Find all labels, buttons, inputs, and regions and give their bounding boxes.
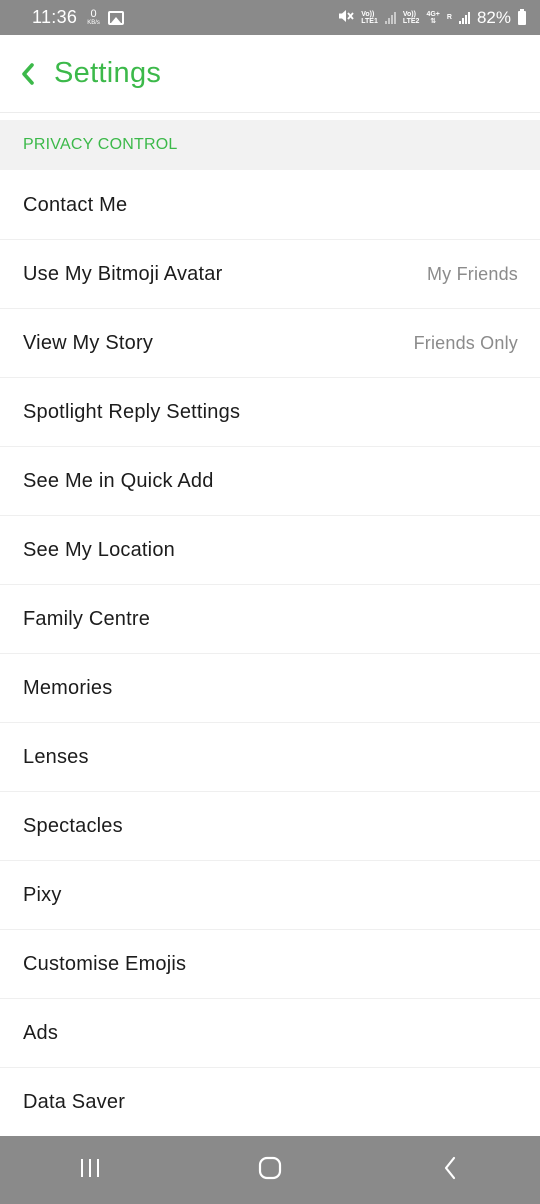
settings-item-lenses[interactable]: Lenses xyxy=(0,723,540,792)
settings-item-label: Ads xyxy=(23,1021,59,1044)
home-button[interactable] xyxy=(240,1140,300,1200)
settings-item-label: Lenses xyxy=(23,745,89,768)
roaming-label: R xyxy=(446,14,452,21)
network-type-label: 4G+ xyxy=(426,10,440,18)
system-back-button[interactable] xyxy=(420,1140,480,1200)
settings-item-label: Pixy xyxy=(23,883,62,906)
battery-percent: 82% xyxy=(476,7,511,27)
settings-item-view-my-story[interactable]: View My Story Friends Only xyxy=(0,309,540,378)
settings-item-label: Spotlight Reply Settings xyxy=(23,400,241,423)
page-title: Settings xyxy=(54,57,162,89)
recents-button[interactable] xyxy=(60,1140,120,1200)
sim1-signal-icon xyxy=(384,11,396,24)
settings-item-see-my-location[interactable]: See My Location xyxy=(0,516,540,585)
section-header-privacy-control: PRIVACY CONTROL xyxy=(0,120,540,170)
settings-list: Contact Me Use My Bitmoji Avatar My Frie… xyxy=(0,171,540,1137)
settings-item-memories[interactable]: Memories xyxy=(0,654,540,723)
network-speed-unit: KB/s xyxy=(87,20,100,26)
settings-item-label: Customise Emojis xyxy=(23,952,187,975)
settings-item-spectacles[interactable]: Spectacles xyxy=(0,792,540,861)
back-icon[interactable] xyxy=(16,62,40,86)
settings-item-label: See Me in Quick Add xyxy=(23,469,214,492)
network-speed-value: 0 xyxy=(90,8,97,20)
network-speed: 0 KB/s xyxy=(87,8,100,27)
system-back-icon xyxy=(441,1155,459,1186)
recents-icon xyxy=(78,1157,102,1184)
settings-item-use-my-bitmoji-avatar[interactable]: Use My Bitmoji Avatar My Friends xyxy=(0,240,540,309)
mute-icon xyxy=(338,9,354,26)
status-right: Vo)) LTE1 Vo)) LTE2 4G+ ⇅ R 82% xyxy=(338,8,526,28)
settings-item-label: Contact Me xyxy=(23,193,128,216)
sim2-label-top: Vo)) xyxy=(402,10,416,18)
screen: 11:36 0 KB/s Vo)) LTE1 Vo)) LTE2 4G+ ⇅ R… xyxy=(0,0,540,1204)
settings-item-ads[interactable]: Ads xyxy=(0,999,540,1068)
status-left: 11:36 0 KB/s xyxy=(32,7,124,28)
sim2-label-bottom: LTE2 xyxy=(402,17,420,25)
network-arrows-icon: ⇅ xyxy=(430,17,437,25)
settings-item-data-saver[interactable]: Data Saver xyxy=(0,1068,540,1137)
settings-item-label: See My Location xyxy=(23,538,175,561)
status-bar: 11:36 0 KB/s Vo)) LTE1 Vo)) LTE2 4G+ ⇅ R… xyxy=(0,0,540,35)
header: Settings xyxy=(0,35,540,113)
settings-item-label: View My Story xyxy=(23,331,154,354)
battery-icon xyxy=(518,8,526,25)
status-time: 11:36 xyxy=(32,7,78,27)
settings-item-label: Data Saver xyxy=(23,1090,126,1113)
settings-item-customise-emojis[interactable]: Customise Emojis xyxy=(0,930,540,999)
home-icon xyxy=(257,1155,283,1186)
settings-item-contact-me[interactable]: Contact Me xyxy=(0,171,540,240)
settings-item-value: Friends Only xyxy=(413,332,518,353)
system-nav-bar xyxy=(0,1136,540,1204)
settings-item-spotlight-reply-settings[interactable]: Spotlight Reply Settings xyxy=(0,378,540,447)
settings-item-family-centre[interactable]: Family Centre xyxy=(0,585,540,654)
gallery-icon xyxy=(107,10,124,25)
settings-item-label: Spectacles xyxy=(23,814,123,837)
roaming-indicator: R xyxy=(447,14,452,21)
sim2-signal-icon xyxy=(458,11,470,24)
settings-item-label: Family Centre xyxy=(23,607,151,630)
sim2-label: Vo)) LTE2 xyxy=(403,11,420,25)
network-type: 4G+ ⇅ xyxy=(426,11,439,25)
sim1-label-top: Vo)) xyxy=(361,10,375,18)
sim1-label-bottom: LTE1 xyxy=(361,17,378,25)
sim1-label: Vo)) LTE1 xyxy=(361,11,378,25)
settings-item-see-me-in-quick-add[interactable]: See Me in Quick Add xyxy=(0,447,540,516)
settings-item-value: My Friends xyxy=(426,263,518,284)
settings-item-pixy[interactable]: Pixy xyxy=(0,861,540,930)
settings-item-label: Use My Bitmoji Avatar xyxy=(23,262,223,285)
settings-item-label: Memories xyxy=(23,676,113,699)
